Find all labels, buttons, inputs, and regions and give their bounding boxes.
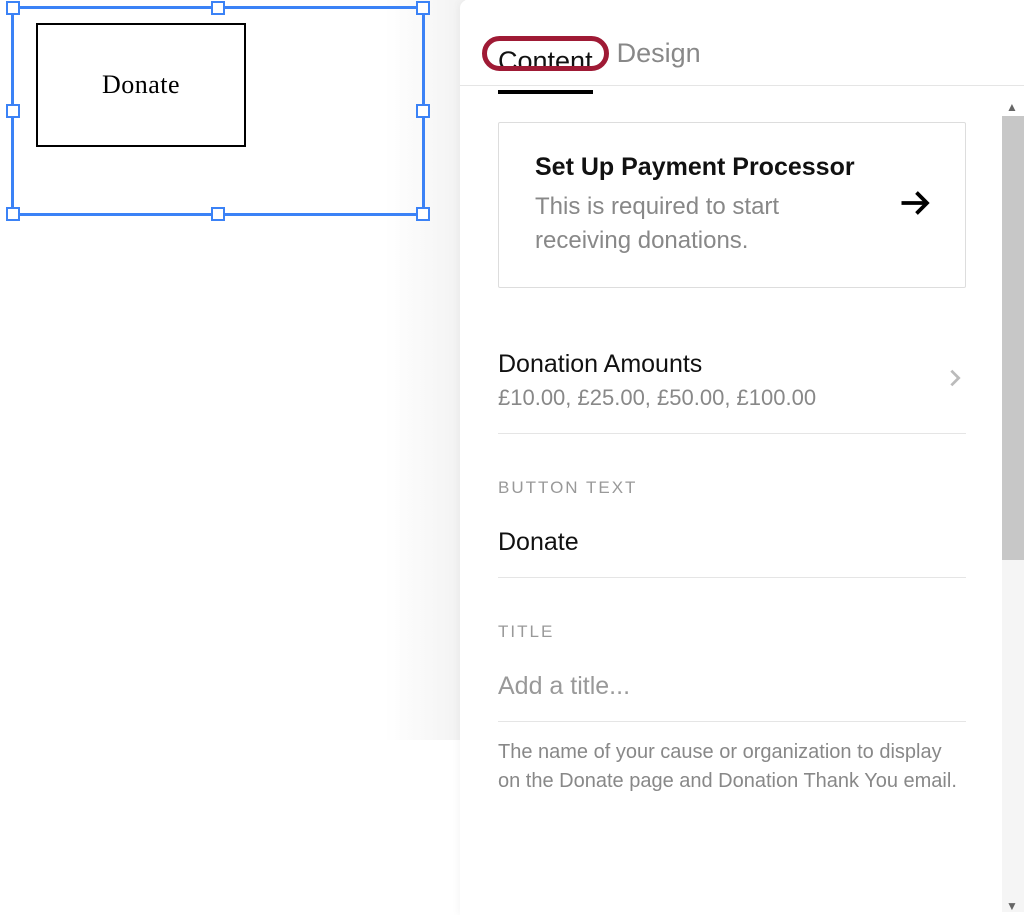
resize-handle-bottom-middle[interactable] bbox=[211, 207, 225, 221]
setup-payment-processor-card[interactable]: Set Up Payment Processor This is require… bbox=[498, 122, 966, 288]
button-text-label: BUTTON TEXT bbox=[498, 478, 966, 498]
title-help-text: The name of your cause or organization t… bbox=[498, 738, 966, 796]
title-input[interactable] bbox=[498, 664, 966, 722]
scrollbar-arrow-down-icon[interactable]: ▼ bbox=[1006, 899, 1020, 913]
donation-amounts-label: Donation Amounts bbox=[498, 350, 816, 379]
resize-handle-bottom-right[interactable] bbox=[416, 207, 430, 221]
title-label: TITLE bbox=[498, 622, 966, 642]
setup-card-text: Set Up Payment Processor This is require… bbox=[535, 153, 877, 257]
resize-handle-middle-left[interactable] bbox=[6, 104, 20, 118]
selection-bounding-box[interactable]: Donate bbox=[11, 6, 425, 216]
resize-handle-bottom-left[interactable] bbox=[6, 207, 20, 221]
resize-handle-middle-right[interactable] bbox=[416, 104, 430, 118]
resize-handle-top-middle[interactable] bbox=[211, 1, 225, 15]
panel-tabs: Content Design bbox=[460, 0, 1024, 85]
chevron-right-icon bbox=[944, 367, 966, 394]
tab-design[interactable]: Design bbox=[617, 38, 701, 85]
donate-button-preview[interactable]: Donate bbox=[36, 23, 246, 147]
button-text-input[interactable] bbox=[498, 520, 966, 578]
panel-scroll-region[interactable]: Set Up Payment Processor This is require… bbox=[460, 86, 1024, 816]
setup-card-description: This is required to start receiving dona… bbox=[535, 190, 877, 257]
arrow-right-icon bbox=[897, 185, 933, 226]
donation-amounts-values: £10.00, £25.00, £50.00, £100.00 bbox=[498, 385, 816, 411]
donation-amounts-row[interactable]: Donation Amounts £10.00, £25.00, £50.00,… bbox=[498, 322, 966, 434]
donation-amounts-text: Donation Amounts £10.00, £25.00, £50.00,… bbox=[498, 350, 816, 411]
title-section: TITLE The name of your cause or organiza… bbox=[498, 578, 966, 796]
setup-card-title: Set Up Payment Processor bbox=[535, 153, 877, 182]
panel-body: Set Up Payment Processor This is require… bbox=[460, 86, 1024, 886]
resize-handle-top-right[interactable] bbox=[416, 1, 430, 15]
canvas-area[interactable]: Donate bbox=[0, 0, 460, 915]
donate-button-preview-label: Donate bbox=[102, 70, 180, 100]
resize-handle-top-left[interactable] bbox=[6, 1, 20, 15]
editor-side-panel: Content Design ▲ ▼ Set Up Payment Proces… bbox=[460, 0, 1024, 915]
button-text-section: BUTTON TEXT bbox=[498, 434, 966, 578]
